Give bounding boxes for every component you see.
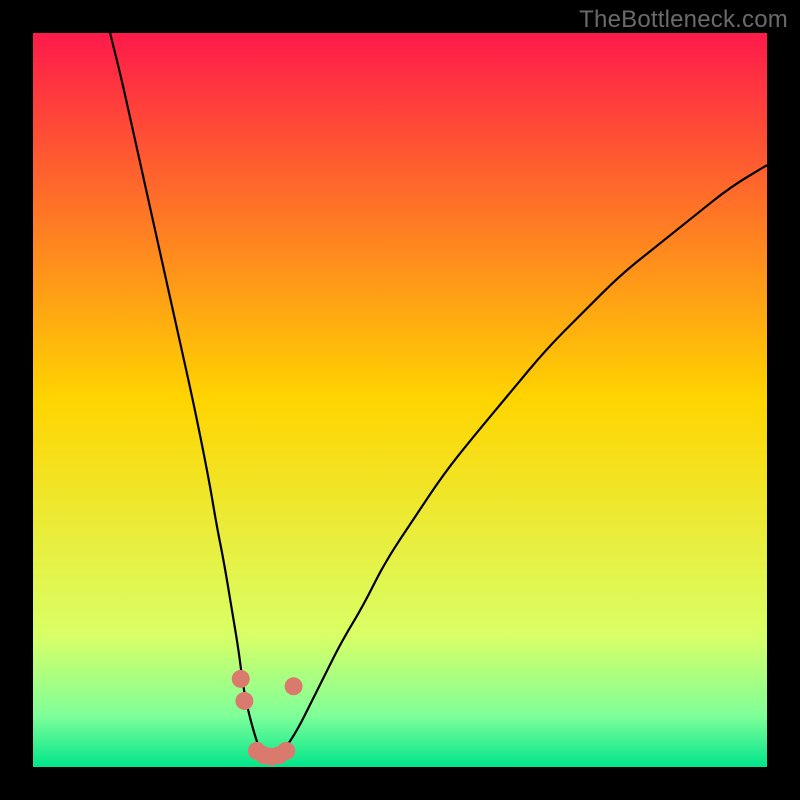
chart-svg	[0, 0, 800, 800]
watermark-label: TheBottleneck.com	[579, 6, 788, 34]
marker-right-cluster-1	[285, 677, 303, 695]
valley-flat-segment	[261, 752, 283, 755]
marker-left-cluster-1	[232, 670, 250, 688]
plot-area	[33, 33, 767, 767]
marker-left-cluster-2	[235, 692, 253, 710]
chart-stage: TheBottleneck.com	[0, 0, 800, 800]
